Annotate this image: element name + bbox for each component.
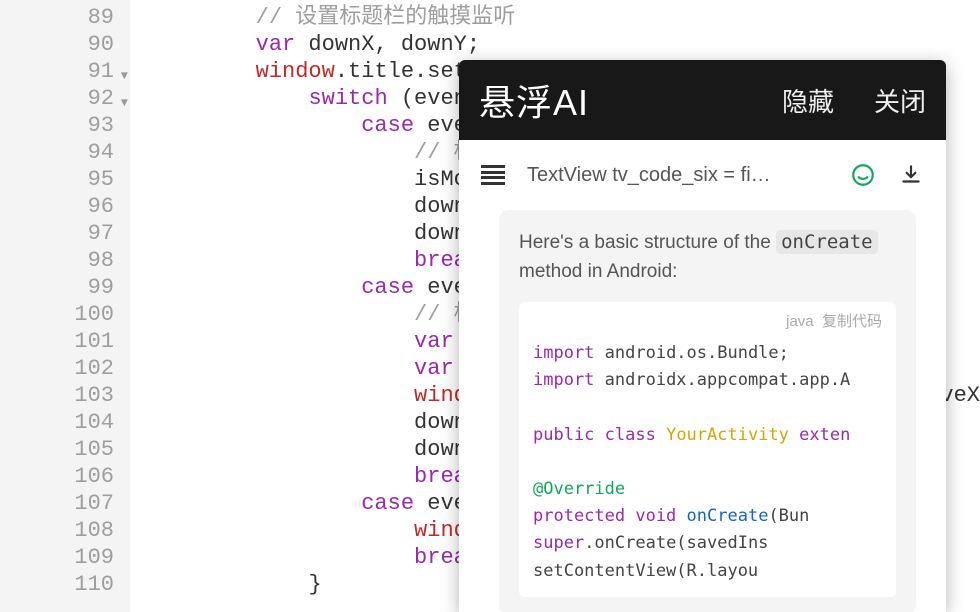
- message-intro-text: Here's a basic structure of the: [519, 232, 771, 253]
- tab-title[interactable]: TextView tv_code_six = fi…: [527, 164, 828, 187]
- floating-body[interactable]: Here's a basic structure of the onCreate…: [459, 210, 946, 612]
- line-number: 92▼: [0, 85, 114, 112]
- line-number: 104: [0, 409, 114, 436]
- line-number: 109: [0, 544, 114, 571]
- line-number: 108: [0, 517, 114, 544]
- line-number: 96: [0, 193, 114, 220]
- line-number: 107: [0, 490, 114, 517]
- line-number: 98: [0, 247, 114, 274]
- fold-marker-icon[interactable]: ▼: [121, 90, 128, 117]
- hide-button[interactable]: 隐藏: [782, 82, 834, 119]
- line-number: 103: [0, 382, 114, 409]
- floating-titlebar[interactable]: 悬浮AI 隐藏 关闭: [459, 60, 946, 140]
- line-gutter: 899091▼92▼939495969798991001011021031041…: [0, 0, 130, 612]
- code-line[interactable]: // 设置标题栏的触摸监听: [150, 4, 980, 31]
- line-number: 89: [0, 4, 114, 31]
- code-lang-label: java: [786, 313, 814, 330]
- code-block-header: java 复制代码: [533, 310, 882, 334]
- chat-icon[interactable]: [850, 162, 876, 188]
- fold-marker-icon[interactable]: ▼: [121, 63, 128, 90]
- line-number: 91▼: [0, 58, 114, 85]
- code-block-content: import android.os.Bundle;import androidx…: [533, 340, 882, 585]
- assistant-message: Here's a basic structure of the onCreate…: [499, 210, 916, 612]
- floating-toolbar: TextView tv_code_six = fi…: [459, 140, 946, 210]
- line-number: 101: [0, 328, 114, 355]
- menu-icon[interactable]: [481, 165, 505, 185]
- inline-code: onCreate: [776, 230, 878, 254]
- download-icon[interactable]: [898, 162, 924, 188]
- line-number: 99: [0, 274, 114, 301]
- code-line[interactable]: var downX, downY;: [150, 31, 980, 58]
- line-number: 106: [0, 463, 114, 490]
- line-number: 97: [0, 220, 114, 247]
- line-number: 102: [0, 355, 114, 382]
- close-button[interactable]: 关闭: [874, 82, 926, 119]
- floating-ai-window[interactable]: 悬浮AI 隐藏 关闭 TextView tv_code_six = fi… He…: [459, 60, 946, 612]
- copy-code-button[interactable]: 复制代码: [822, 313, 882, 330]
- line-number: 94: [0, 139, 114, 166]
- floating-title: 悬浮AI: [479, 74, 742, 126]
- line-number: 105: [0, 436, 114, 463]
- line-number: 93: [0, 112, 114, 139]
- line-number: 110: [0, 571, 114, 598]
- line-number: 90: [0, 31, 114, 58]
- code-block: java 复制代码 import android.os.Bundle;impor…: [519, 302, 896, 597]
- line-number: 95: [0, 166, 114, 193]
- message-intro-text-2: method in Android:: [519, 261, 677, 282]
- line-number: 100: [0, 301, 114, 328]
- overflow-code-fragment: veX: [940, 382, 980, 409]
